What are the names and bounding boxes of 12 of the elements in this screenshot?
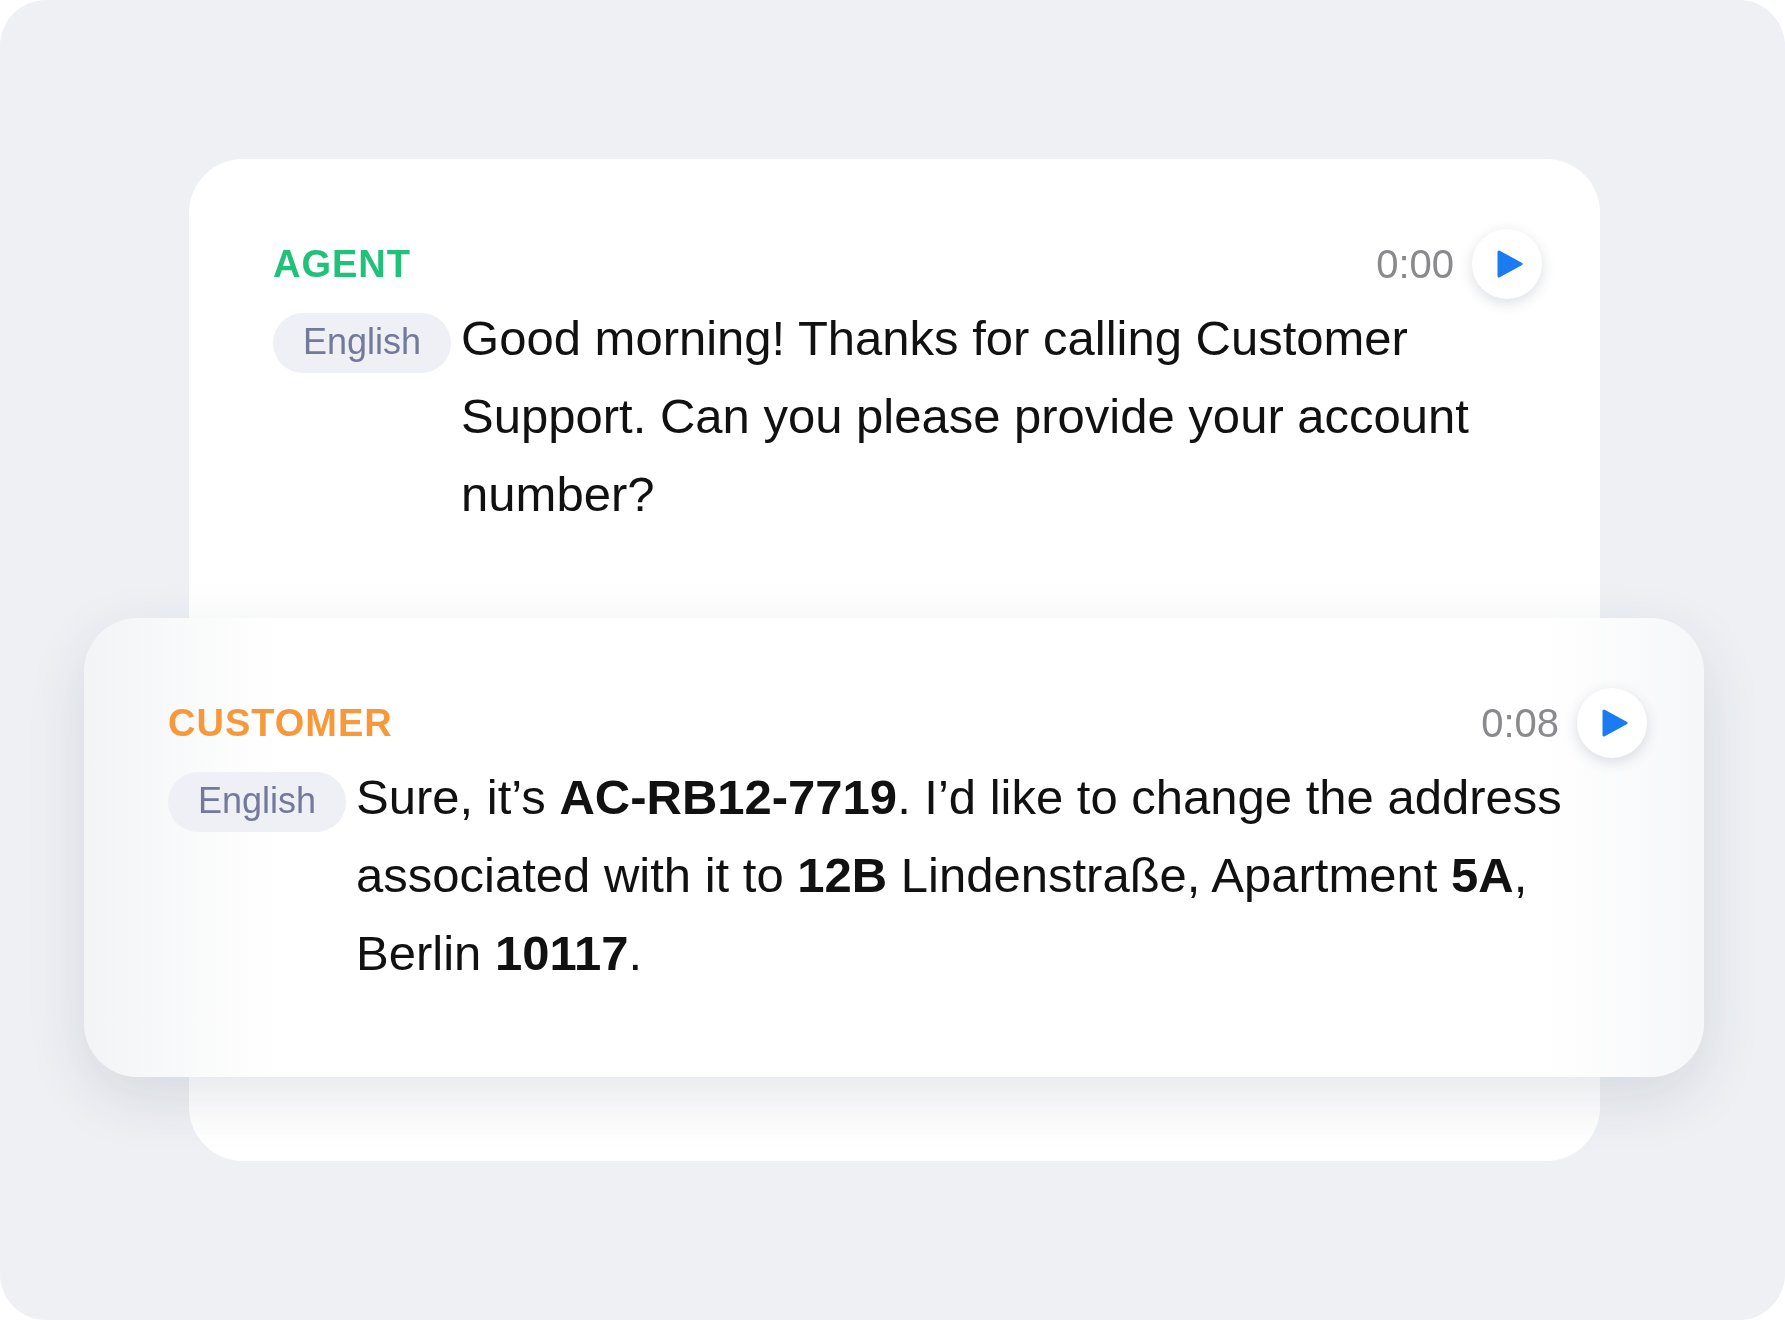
language-tag: English: [168, 772, 347, 832]
speaker-label: AGENT: [273, 242, 412, 286]
play-icon: [1602, 709, 1628, 737]
timestamp: 0:08: [1481, 700, 1559, 746]
speaker-label: CUSTOMER: [168, 701, 394, 745]
play-button[interactable]: [1577, 688, 1647, 758]
message-text: Sure, it’s AC-RB12-7719. I’d like to change the address associated with it to 12B Lindenstraße, Apartment 5A, Berlin 10117.: [356, 769, 1563, 982]
play-icon: [1497, 250, 1523, 278]
language-tag: English: [273, 313, 452, 373]
timestamp: 0:00: [1376, 241, 1454, 287]
message-text: Good morning! Thanks for calling Customer Support. Can you please provide your account number?: [461, 310, 1470, 523]
play-button[interactable]: [1472, 229, 1542, 299]
